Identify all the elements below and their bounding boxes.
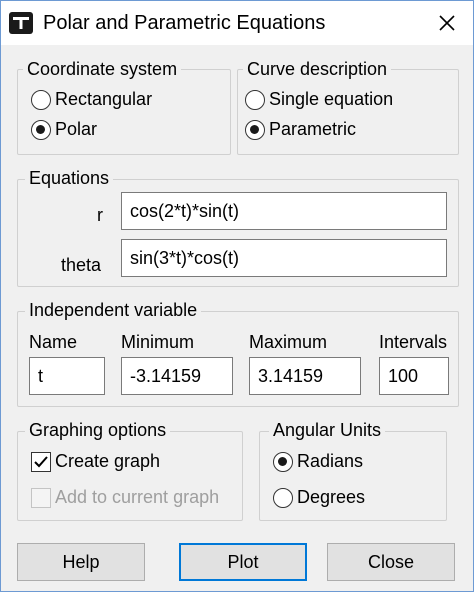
radio-single-equation[interactable]: Single equation <box>245 89 393 110</box>
create-graph-checkbox[interactable]: Create graph <box>31 451 160 472</box>
plot-button[interactable]: Plot <box>179 543 307 581</box>
independent-variable-label: Independent variable <box>25 300 202 320</box>
minimum-label: Minimum <box>121 332 195 352</box>
dialog-window: Polar and Parametric Equations Coordinat… <box>0 0 474 592</box>
help-button[interactable]: Help <box>17 543 145 581</box>
close-icon[interactable] <box>427 5 467 41</box>
theta-equation-input[interactable]: sin(3*t)*cos(t) <box>121 239 447 277</box>
minimum-input[interactable]: -3.14159 <box>121 357 233 395</box>
title-bar: Polar and Parametric Equations <box>1 1 473 45</box>
graphing-options-label: Graphing options <box>25 420 171 440</box>
coordinate-system-group <box>17 69 231 155</box>
theta-label: theta <box>61 255 102 275</box>
name-label: Name <box>29 332 78 352</box>
equations-label: Equations <box>25 168 114 188</box>
app-icon <box>9 12 33 34</box>
add-to-current-graph-checkbox: Add to current graph <box>31 487 219 508</box>
checkmark-icon <box>34 455 48 467</box>
radio-radians-label: Radians <box>297 451 364 471</box>
radio-polar-indicator[interactable] <box>31 119 51 140</box>
radio-degrees[interactable]: Degrees <box>273 487 365 508</box>
radio-rectangular[interactable]: Rectangular <box>31 89 152 110</box>
radio-parametric-label: Parametric <box>269 119 357 139</box>
radio-rectangular-indicator[interactable] <box>31 89 51 110</box>
create-graph-label: Create graph <box>55 451 161 471</box>
window-title: Polar and Parametric Equations <box>43 12 326 34</box>
add-to-current-graph-checkbox-box <box>31 487 51 508</box>
coordinate-system-label: Coordinate system <box>23 59 182 79</box>
radio-degrees-label: Degrees <box>297 487 366 507</box>
intervals-label: Intervals <box>379 332 448 352</box>
create-graph-checkbox-box[interactable] <box>31 451 51 472</box>
intervals-input[interactable]: 100 <box>379 357 449 395</box>
radio-radians[interactable]: Radians <box>273 451 363 472</box>
radio-single-equation-label: Single equation <box>269 89 394 109</box>
radio-rectangular-label: Rectangular <box>55 89 153 109</box>
radio-single-equation-indicator[interactable] <box>245 89 265 110</box>
add-to-current-graph-label: Add to current graph <box>55 487 220 507</box>
radio-degrees-indicator[interactable] <box>273 487 293 508</box>
radio-polar-label: Polar <box>55 119 98 139</box>
radio-parametric-indicator[interactable] <box>245 119 265 140</box>
radio-polar[interactable]: Polar <box>31 119 97 140</box>
r-label: r <box>97 205 103 225</box>
maximum-label: Maximum <box>249 332 328 352</box>
curve-description-group <box>237 69 459 155</box>
maximum-input[interactable]: 3.14159 <box>249 357 361 395</box>
name-input[interactable]: t <box>29 357 105 395</box>
radio-radians-indicator[interactable] <box>273 451 293 472</box>
angular-units-label: Angular Units <box>269 420 386 440</box>
close-button[interactable]: Close <box>327 543 455 581</box>
radio-parametric[interactable]: Parametric <box>245 119 356 140</box>
curve-description-label: Curve description <box>243 59 392 79</box>
r-equation-input[interactable]: cos(2*t)*sin(t) <box>121 192 447 230</box>
